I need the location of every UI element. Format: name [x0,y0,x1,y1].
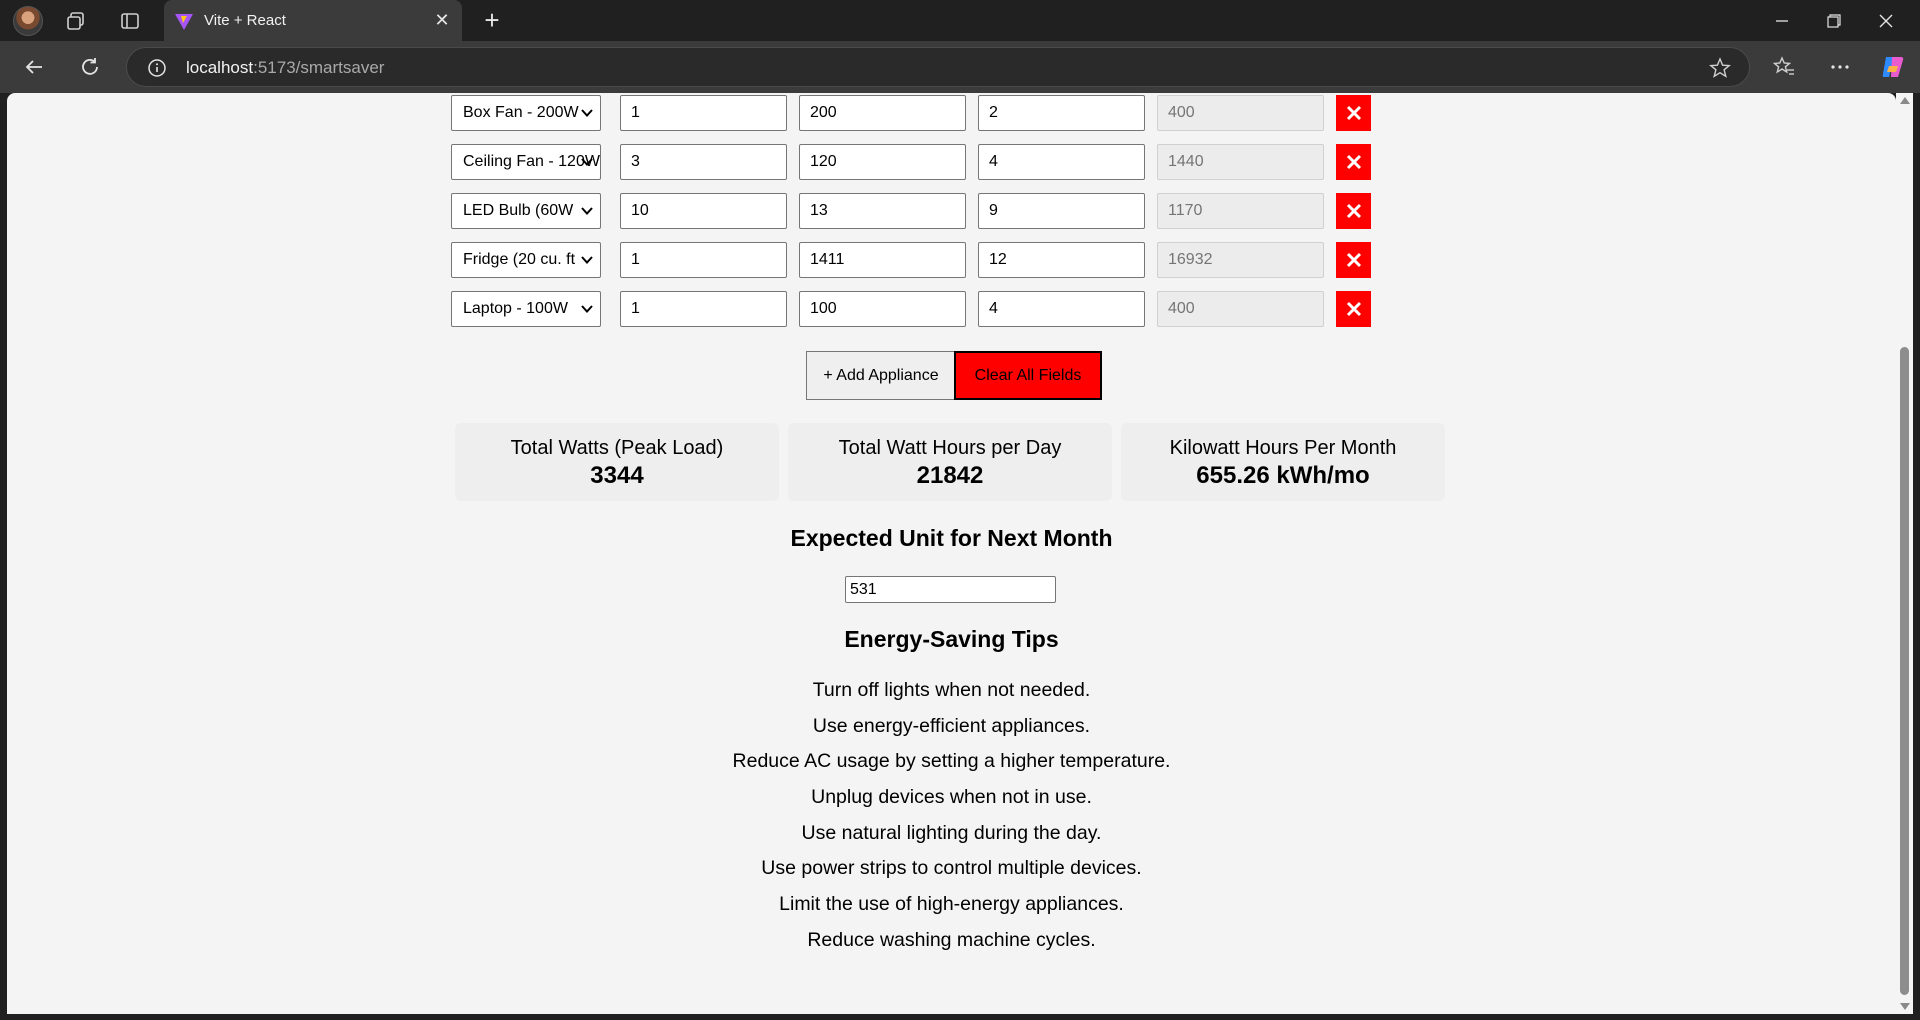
page-viewport: Box Fan - 200W 1 200 2 400 Ceiling Fan -… [7,93,1896,1014]
hours-input[interactable]: 4 [978,144,1145,180]
expected-unit-input[interactable]: 531 [845,576,1056,603]
quantity-input[interactable]: 10 [620,193,787,229]
new-tab-icon[interactable]: + [478,7,506,35]
delete-row-button[interactable] [1336,242,1371,278]
browser-toolbar: localhost:5173/smartsaver [0,41,1920,93]
close-icon [1346,203,1361,219]
vertical-tabs-icon[interactable] [118,9,142,33]
watts-input[interactable]: 1411 [799,242,966,278]
favorite-star-icon[interactable] [1708,57,1732,84]
appliance-select[interactable]: Box Fan - 200W [451,95,601,131]
watt-hours-output: 16932 [1157,242,1324,278]
chevron-down-icon [581,207,593,215]
watts-input[interactable]: 100 [799,291,966,327]
reload-icon[interactable] [76,53,104,81]
close-icon [1346,154,1361,170]
appliance-select[interactable]: LED Bulb (60W [451,193,601,229]
appliance-select[interactable]: Fridge (20 cu. ft [451,242,601,278]
watts-input[interactable]: 120 [799,144,966,180]
tip-item: Use natural lighting during the day. [801,821,1102,844]
appliance-select[interactable]: Ceiling Fan - 120W [451,144,601,180]
page-scrollbar[interactable] [1896,93,1913,1014]
url-text: localhost:5173/smartsaver [186,58,385,77]
close-icon [1346,301,1361,317]
quantity-input[interactable]: 3 [620,144,787,180]
back-icon[interactable] [20,53,48,81]
close-icon [1346,252,1361,268]
close-icon [1346,105,1361,121]
watt-hours-output: 1440 [1157,144,1324,180]
minimize-icon[interactable] [1754,0,1810,41]
restore-icon[interactable] [1806,0,1862,41]
watts-input[interactable]: 200 [799,95,966,131]
site-info-icon[interactable] [147,58,167,83]
scroll-down-arrow-icon[interactable] [1900,1003,1910,1010]
appliance-select[interactable]: Laptop - 100W [451,291,601,327]
delete-row-button[interactable] [1336,95,1371,131]
delete-row-button[interactable] [1336,193,1371,229]
quantity-input[interactable]: 1 [620,95,787,131]
daily-watt-hours-label: Total Watt Hours per Day [838,437,1062,459]
watt-hours-output: 400 [1157,291,1324,327]
peak-load-label: Total Watts (Peak Load) [510,437,724,459]
peak-load-card: Total Watts (Peak Load) 3344 [455,423,779,501]
vite-logo-icon [174,11,194,36]
address-bar[interactable]: localhost:5173/smartsaver [126,47,1750,87]
tip-item: Limit the use of high-energy appliances. [779,893,1124,916]
tip-item: Reduce AC usage by setting a higher temp… [732,750,1171,773]
tab-title: Vite + React [204,12,286,29]
scrollbar-thumb[interactable] [1900,347,1909,995]
delete-row-button[interactable] [1336,144,1371,180]
expected-unit-heading: Expected Unit for Next Month [790,525,1113,551]
watt-hours-output: 400 [1157,95,1324,131]
hours-input[interactable]: 12 [978,242,1145,278]
delete-row-button[interactable] [1336,291,1371,327]
tip-item: Use power strips to control multiple dev… [761,857,1142,880]
tip-item: Turn off lights when not needed. [812,679,1091,701]
monthly-kwh-value: 655.26 kWh/mo [1196,462,1370,489]
hours-input[interactable]: 9 [978,193,1145,229]
energy-tips-list: Turn off lights when not needed. Use ene… [7,673,1896,959]
close-window-icon[interactable] [1858,0,1914,41]
add-appliance-button[interactable]: + Add Appliance [806,351,956,400]
chevron-down-icon [581,256,593,264]
profile-avatar[interactable] [13,6,43,36]
close-tab-icon[interactable]: ✕ [430,8,454,32]
peak-load-value: 3344 [590,462,644,489]
chevron-down-icon [581,305,593,313]
tip-item: Use energy-efficient appliances. [812,714,1091,737]
quantity-input[interactable]: 1 [620,242,787,278]
chevron-down-icon [581,158,593,166]
favorites-icon[interactable] [1770,53,1798,81]
hours-input[interactable]: 4 [978,291,1145,327]
clear-all-fields-button[interactable]: Clear All Fields [954,351,1102,400]
watt-hours-output: 1170 [1157,193,1324,229]
daily-watt-hours-card: Total Watt Hours per Day 21842 [788,423,1112,501]
monthly-kwh-card: Kilowatt Hours Per Month 655.26 kWh/mo [1121,423,1445,501]
quantity-input[interactable]: 1 [620,291,787,327]
watts-input[interactable]: 13 [799,193,966,229]
copilot-icon[interactable] [1879,53,1907,81]
workspaces-icon[interactable] [64,9,88,33]
energy-tips-heading: Energy-Saving Tips [844,626,1059,652]
browser-tab-bar: Vite + React ✕ + [0,0,1920,41]
tip-item: Unplug devices when not in use. [811,786,1092,809]
scroll-up-arrow-icon[interactable] [1900,97,1910,104]
active-tab[interactable]: Vite + React ✕ [164,0,462,41]
daily-watt-hours-value: 21842 [916,462,984,489]
tip-item: Reduce washing machine cycles. [807,928,1096,951]
monthly-kwh-label: Kilowatt Hours Per Month [1169,437,1397,459]
chevron-down-icon [581,109,593,117]
hours-input[interactable]: 2 [978,95,1145,131]
more-options-icon[interactable] [1826,53,1854,81]
